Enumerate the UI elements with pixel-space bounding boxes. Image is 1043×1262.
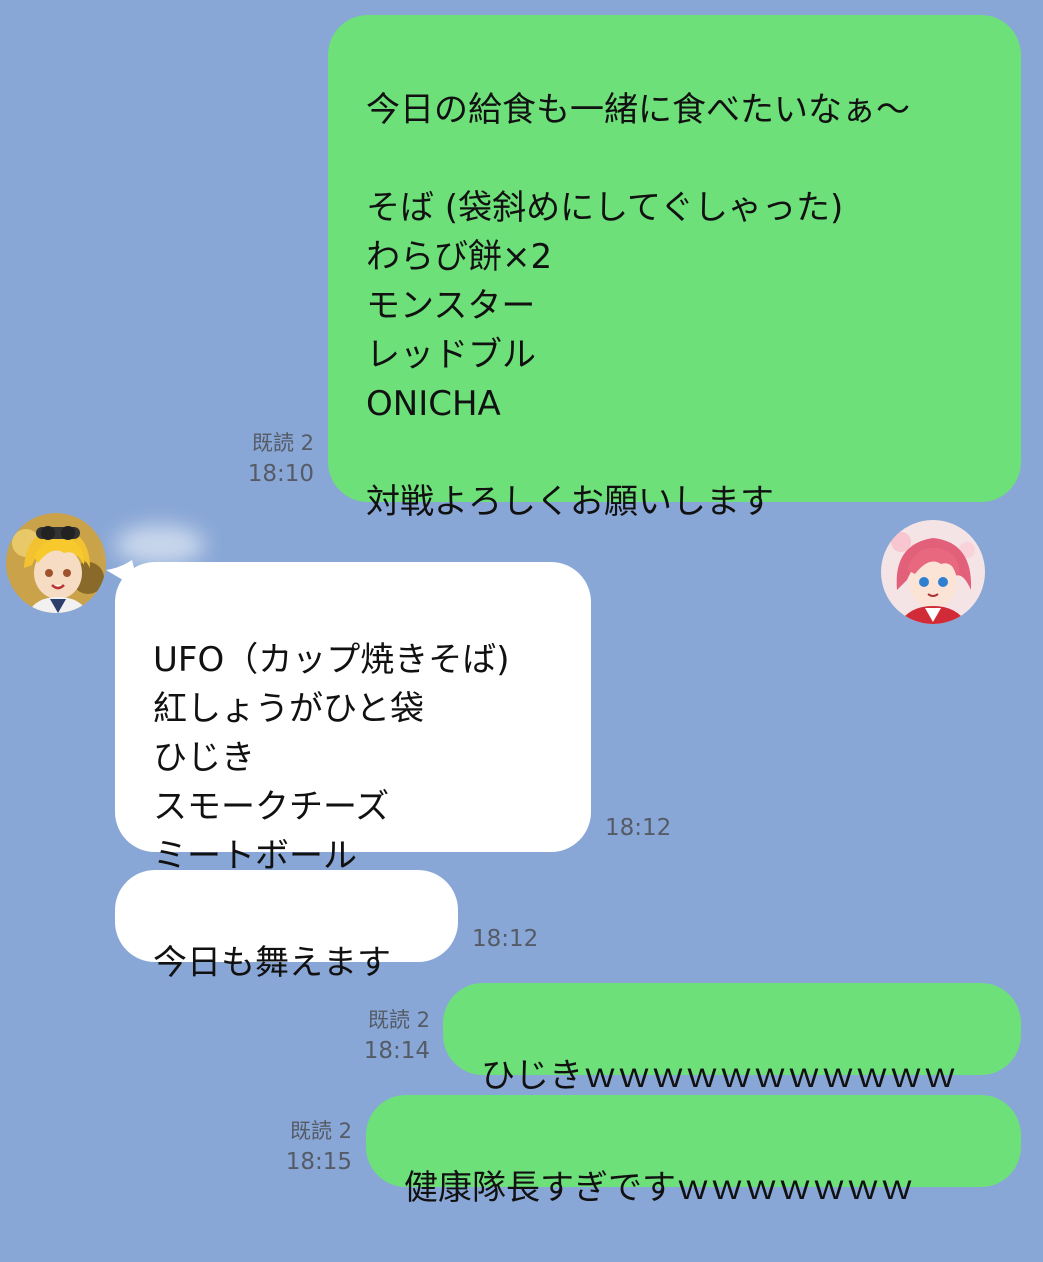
- self-avatar[interactable]: [881, 520, 985, 624]
- message-text: 今日も舞えます: [153, 943, 391, 983]
- read-receipt: 既読 2: [251, 431, 314, 455]
- message-text: ひじきｗｗｗｗｗｗｗｗｗｗｗ: [481, 1056, 957, 1096]
- message-meta: 既読 2 18:10: [232, 430, 314, 488]
- message-time: 18:15: [285, 1149, 352, 1175]
- blurred-area: [115, 525, 205, 565]
- message-meta: 既読 2 18:14: [348, 1007, 430, 1065]
- blonde-character-avatar-icon: [6, 513, 106, 613]
- received-message-bubble[interactable]: 今日も舞えます: [115, 870, 458, 983]
- message-time: 18:12: [472, 926, 539, 952]
- message-meta: 18:12: [605, 815, 685, 842]
- pink-hair-character-avatar-icon: [881, 520, 985, 624]
- message-text: 今日の給食も一緒に食べたいなぁ〜 そば (袋斜めにしてぐしゃった) わらび餅×2…: [366, 90, 910, 522]
- sent-message-bubble[interactable]: ひじきｗｗｗｗｗｗｗｗｗｗｗ: [443, 983, 1021, 1096]
- sent-message-bubble[interactable]: 健康隊長すぎですｗｗｗｗｗｗｗ: [366, 1095, 1021, 1208]
- message-meta: 既読 2 18:15: [270, 1118, 352, 1176]
- message-text: UFO（カップ焼きそば) 紅しょうがひと袋 ひじき スモークチーズ ミートボール: [153, 640, 510, 876]
- message-time: 18:14: [363, 1038, 430, 1064]
- read-receipt: 既読 2: [289, 1119, 352, 1143]
- sent-message-bubble[interactable]: 今日の給食も一緒に食べたいなぁ〜 そば (袋斜めにしてぐしゃった) わらび餅×2…: [328, 15, 1021, 522]
- chat-area: 既読 2 18:10 今日の給食も一緒に食べたいなぁ〜 そば (袋斜めにしてぐし…: [0, 0, 1043, 1208]
- message-time: 18:10: [247, 461, 314, 487]
- received-message-bubble[interactable]: UFO（カップ焼きそば) 紅しょうがひと袋 ひじき スモークチーズ ミートボール: [115, 562, 591, 876]
- message-time: 18:12: [605, 815, 672, 841]
- read-receipt: 既読 2: [367, 1008, 430, 1032]
- contact-avatar[interactable]: [6, 513, 106, 613]
- message-text: 健康隊長すぎですｗｗｗｗｗｗｗ: [404, 1168, 914, 1208]
- message-meta: 18:12: [472, 926, 552, 953]
